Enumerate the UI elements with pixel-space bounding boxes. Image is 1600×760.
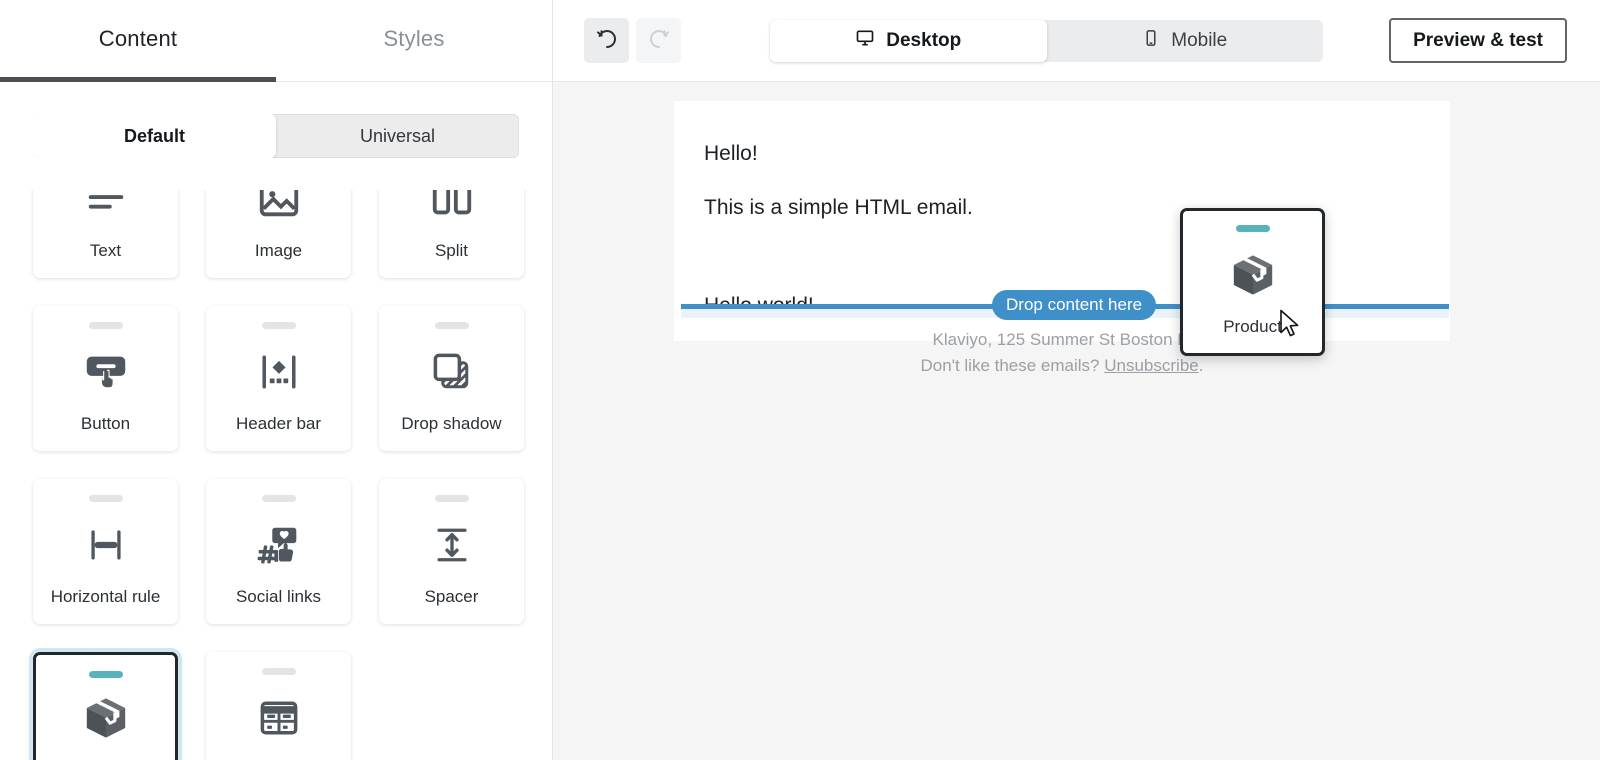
drag-handle[interactable] bbox=[89, 322, 123, 329]
social-links-icon bbox=[206, 502, 351, 587]
sidebar-tabs: Content Styles bbox=[0, 0, 552, 82]
drag-preview-card: Product bbox=[1180, 208, 1325, 356]
block-card-label: Social links bbox=[236, 587, 321, 607]
button-icon bbox=[33, 329, 178, 414]
tab-styles-label: Styles bbox=[383, 26, 444, 52]
image-icon bbox=[206, 190, 351, 241]
split-icon bbox=[379, 190, 524, 241]
block-card-horizontal-rule[interactable]: Horizontal rule bbox=[33, 479, 178, 624]
email-editor-app: Content Styles Default Universal bbox=[0, 0, 1600, 760]
redo-button[interactable] bbox=[636, 18, 681, 63]
unsubscribe-link[interactable]: Unsubscribe bbox=[1104, 356, 1199, 375]
product-box-icon bbox=[36, 678, 175, 757]
drag-handle[interactable] bbox=[89, 495, 123, 502]
block-card-table[interactable]: Table bbox=[206, 652, 351, 760]
footer-unsubscribe-prefix: Don't like these emails? bbox=[921, 356, 1105, 375]
block-card-drop-shadow[interactable]: Drop shadow bbox=[379, 306, 524, 451]
header-bar-icon bbox=[206, 329, 351, 414]
email-footer: Klaviyo, 125 Summer St Boston M Don't li… bbox=[674, 327, 1450, 379]
preview-and-test-button[interactable]: Preview & test bbox=[1389, 18, 1567, 63]
tab-content-label: Content bbox=[99, 26, 177, 52]
block-card-label: Drop shadow bbox=[401, 414, 501, 434]
block-scope-segment-wrap: Default Universal bbox=[0, 82, 552, 158]
device-mobile-button[interactable]: Mobile bbox=[1047, 20, 1324, 62]
device-desktop-label: Desktop bbox=[886, 30, 961, 52]
drag-handle[interactable] bbox=[89, 671, 123, 678]
drag-handle[interactable] bbox=[262, 495, 296, 502]
segment-universal[interactable]: Universal bbox=[276, 114, 519, 158]
block-card-social-links[interactable]: Social links bbox=[206, 479, 351, 624]
redo-arrow-icon bbox=[647, 27, 671, 54]
footer-unsubscribe-row: Don't like these emails? Unsubscribe. bbox=[674, 353, 1450, 379]
drop-content-here-label: Drop content here bbox=[992, 290, 1156, 320]
undo-button[interactable] bbox=[584, 18, 629, 63]
email-line-1: Hello! bbox=[704, 141, 1420, 168]
tab-styles[interactable]: Styles bbox=[276, 0, 552, 81]
block-card-label: Text bbox=[90, 241, 121, 261]
drag-handle[interactable] bbox=[435, 495, 469, 502]
drag-preview-label: Product bbox=[1223, 317, 1282, 337]
device-preview-segment: Desktop Mobile bbox=[770, 20, 1323, 62]
drop-shadow-icon bbox=[379, 329, 524, 414]
tab-content[interactable]: Content bbox=[0, 0, 276, 81]
drag-handle[interactable] bbox=[262, 668, 296, 675]
content-sidebar: Content Styles Default Universal bbox=[0, 0, 553, 760]
drag-handle[interactable] bbox=[262, 322, 296, 329]
footer-unsubscribe-suffix: . bbox=[1199, 356, 1204, 375]
block-card-header-bar[interactable]: Header bar bbox=[206, 306, 351, 451]
block-card-text[interactable]: Text bbox=[33, 190, 178, 278]
footer-address: Klaviyo, 125 Summer St Boston M bbox=[674, 327, 1450, 353]
block-card-button[interactable]: Button bbox=[33, 306, 178, 451]
block-palette[interactable]: Text Image bbox=[0, 190, 552, 760]
segment-default[interactable]: Default bbox=[33, 114, 276, 158]
block-card-label: Split bbox=[435, 241, 468, 261]
drag-handle[interactable] bbox=[435, 322, 469, 329]
block-card-label: Image bbox=[255, 241, 302, 261]
spacer-icon bbox=[379, 502, 524, 587]
block-card-product[interactable]: Product bbox=[33, 652, 178, 760]
device-desktop-button[interactable]: Desktop bbox=[770, 20, 1047, 62]
editor-main: Desktop Mobile Preview & test Hello! bbox=[553, 0, 1600, 760]
phone-icon bbox=[1142, 29, 1160, 53]
block-card-label: Spacer bbox=[425, 587, 479, 607]
block-card-image[interactable]: Image bbox=[206, 190, 351, 278]
undo-arrow-icon bbox=[595, 27, 619, 54]
monitor-icon bbox=[855, 28, 875, 54]
block-card-spacer[interactable]: Spacer bbox=[379, 479, 524, 624]
table-icon bbox=[206, 675, 351, 760]
editor-toolbar: Desktop Mobile Preview & test bbox=[553, 0, 1600, 82]
horizontal-rule-icon bbox=[33, 502, 178, 587]
block-scope-segment: Default Universal bbox=[33, 114, 519, 158]
block-grid: Text Image bbox=[33, 190, 519, 760]
block-card-split[interactable]: Split bbox=[379, 190, 524, 278]
product-box-icon bbox=[1227, 232, 1279, 317]
email-canvas[interactable]: Hello! This is a simple HTML email. Hell… bbox=[553, 82, 1600, 760]
block-card-label: Header bar bbox=[236, 414, 321, 434]
block-card-label: Horizontal rule bbox=[51, 587, 161, 607]
device-mobile-label: Mobile bbox=[1171, 30, 1227, 52]
text-icon bbox=[33, 190, 178, 241]
block-card-label: Button bbox=[81, 414, 130, 434]
drag-handle bbox=[1236, 225, 1270, 232]
